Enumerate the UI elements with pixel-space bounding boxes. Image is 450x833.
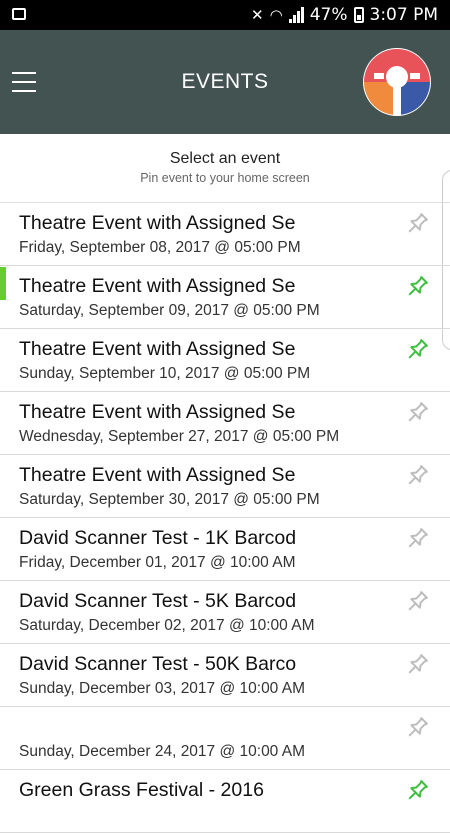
status-bar: ✕ ◠ 47% 3:07 PM — [0, 0, 450, 30]
wifi-icon: ◠ — [269, 6, 283, 24]
selected-indicator — [0, 267, 6, 300]
pin-active-icon[interactable] — [404, 274, 430, 300]
event-name: Theatre Event with Assigned Se — [19, 401, 296, 423]
event-name: Theatre Event with Assigned Se — [19, 275, 296, 297]
event-name: Green Grass Festival - 2016 — [19, 779, 264, 801]
event-date: Friday, September 08, 2017 @ 05:00 PM — [19, 239, 301, 256]
event-list-item[interactable]: Theatre Event with Assigned Se Saturday, … — [0, 266, 450, 329]
battery-percent: 47% — [309, 5, 348, 25]
event-list-item[interactable]: David Scanner Test - 5K Barcod Saturday, … — [0, 581, 450, 644]
event-name: Theatre Event with Assigned Se — [19, 464, 296, 486]
event-date: Sunday, September 10, 2017 @ 05:00 PM — [19, 365, 311, 382]
clock: 3:07 PM — [369, 5, 439, 25]
list-heading: Select an event — [169, 150, 281, 167]
event-list: Theatre Event with Assigned Se Friday, Se… — [0, 202, 450, 833]
brand-logo[interactable] — [362, 47, 432, 117]
app-bar: EVENTS — [0, 30, 450, 134]
pin-icon[interactable] — [404, 463, 430, 489]
pin-icon[interactable] — [404, 715, 430, 741]
event-date: Saturday, December 02, 2017 @ 10:00 AM — [19, 617, 315, 634]
event-list-item[interactable]: David Scanner Test - 50K Barco Sunday, De… — [0, 644, 450, 707]
signal-icon — [288, 7, 304, 23]
battery-icon — [353, 7, 364, 23]
event-name: David Scanner Test - 50K Barco — [19, 653, 297, 675]
event-name: David Scanner Test - 1K Barcod — [19, 527, 297, 549]
list-header: Select an event Pin event to your home s… — [0, 134, 450, 202]
event-list-item[interactable]: Theatre Event with Assigned Se Wednesday,… — [0, 392, 450, 455]
event-list-item[interactable]: Green Grass Festival - 2016 — [0, 770, 450, 833]
pin-icon[interactable] — [404, 211, 430, 237]
event-date: Wednesday, September 27, 2017 @ 05:00 PM — [19, 428, 340, 445]
event-name: David Scanner Test - 5K Barcod — [19, 590, 297, 612]
status-icons: ✕ ◠ 47% 3:07 PM — [251, 5, 438, 25]
event-date: Friday, December 01, 2017 @ 10:00 AM — [19, 554, 296, 571]
event-list-item[interactable]: Theatre Event with Assigned Se Sunday, Se… — [0, 329, 450, 392]
event-list-item[interactable]: Theatre Event with Assigned Se Friday, Se… — [0, 203, 450, 266]
mute-icon: ✕ — [251, 6, 264, 24]
list-subtext: Pin event to your home screen — [140, 171, 310, 185]
event-date: Saturday, September 09, 2017 @ 05:00 PM — [19, 302, 320, 319]
event-list-item[interactable]: David Scanner Test - 1K Barcod Friday, De… — [0, 518, 450, 581]
pin-icon[interactable] — [404, 589, 430, 615]
event-name: Theatre Event with Assigned Se — [19, 338, 296, 360]
event-name: Theatre Event with Assigned Se — [19, 212, 296, 234]
pin-active-icon[interactable] — [404, 337, 430, 363]
pin-icon[interactable] — [404, 526, 430, 552]
event-date: Sunday, December 03, 2017 @ 10:00 AM — [19, 680, 306, 697]
image-notification-icon — [12, 8, 26, 20]
event-date: Saturday, September 30, 2017 @ 05:00 PM — [19, 491, 320, 508]
event-list-item[interactable]: Theatre Event with Assigned Se Saturday, … — [0, 455, 450, 518]
pin-icon[interactable] — [404, 400, 430, 426]
pin-icon[interactable] — [404, 652, 430, 678]
pin-active-icon[interactable] — [404, 778, 430, 804]
event-list-item[interactable]: Sunday, December 24, 2017 @ 10:00 AM — [0, 707, 450, 770]
event-date: Sunday, December 24, 2017 @ 10:00 AM — [19, 743, 306, 760]
